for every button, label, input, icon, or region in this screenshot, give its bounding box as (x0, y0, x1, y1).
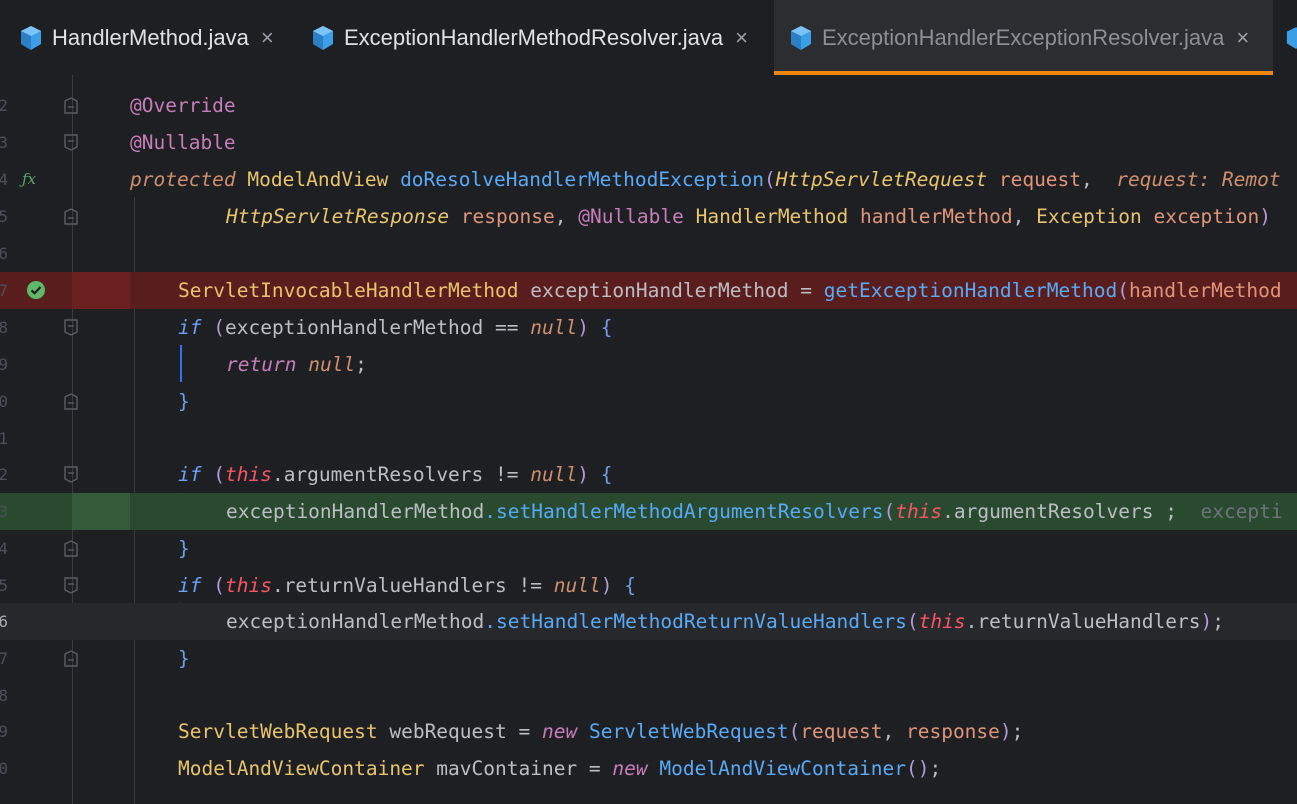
code-line[interactable]: 2 if (this.argumentResolvers != null) { (0, 456, 1297, 493)
line-number: 5 (0, 207, 8, 226)
code-editor[interactable]: 2 @Override 3 @Nullable 4 ƒx protected M… (0, 75, 1297, 804)
code-line[interactable]: 5 HttpServletResponse response, @Nullabl… (0, 198, 1297, 235)
fold-icon[interactable] (64, 540, 78, 557)
fold-icon[interactable] (64, 577, 78, 594)
line-number: 0 (0, 392, 8, 411)
line-number: 0 (0, 759, 8, 778)
close-icon[interactable]: × (1236, 25, 1249, 51)
fold-icon[interactable] (64, 650, 78, 667)
code-line[interactable]: 9 ServletWebRequest webRequest = new Ser… (0, 713, 1297, 750)
method-signature: protected ModelAndView doResolveHandlerM… (130, 168, 1281, 191)
executed-line[interactable]: 3 exceptionHandlerMethod.setHandlerMetho… (0, 493, 1297, 530)
line-number: 6 (0, 612, 8, 631)
code-line[interactable]: 5 if (this.returnValueHandlers != null) … (0, 567, 1297, 604)
code-line[interactable]: 1 (0, 420, 1297, 457)
java-class-icon (791, 25, 811, 50)
code-line[interactable]: 2 @Override (0, 87, 1297, 124)
tab-exception-handler-method-resolver[interactable]: ExceptionHandlerMethodResolver.java × (312, 0, 768, 75)
line-number: 2 (0, 465, 8, 484)
annotation-override: @Override (130, 94, 236, 117)
code-statement: if (this.argumentResolvers != null) { (178, 463, 613, 486)
code-statement: ModelAndViewContainer mavContainer = new… (178, 757, 942, 780)
tab-exception-handler-exception-resolver[interactable]: ExceptionHandlerExceptionResolver.java × (774, 0, 1273, 75)
tab-handler-method[interactable]: HandlerMethod.java × (20, 0, 292, 75)
line-number: 9 (0, 722, 8, 741)
line-number: 4 (0, 539, 8, 558)
fold-icon[interactable] (64, 97, 78, 114)
line-number: 8 (0, 318, 8, 337)
code-statement: exceptionHandlerMethod.setHandlerMethodA… (226, 500, 1283, 523)
code-statement: ServletWebRequest webRequest = new Servl… (178, 720, 1024, 743)
line-number: 8 (0, 686, 8, 705)
tab-overflow[interactable] (1286, 0, 1297, 75)
code-line[interactable]: 9 return null; (0, 346, 1297, 383)
check-circle-icon[interactable] (26, 280, 46, 300)
closing-brace: } (178, 647, 190, 670)
tab-label: HandlerMethod.java (52, 24, 249, 50)
line-number: 4 (0, 170, 8, 189)
code-line[interactable]: 0 } (0, 383, 1297, 420)
method-params: HttpServletResponse response, @Nullable … (226, 205, 1271, 228)
code-line[interactable]: 8 if (exceptionHandlerMethod == null) { (0, 309, 1297, 346)
tab-label: ExceptionHandlerExceptionResolver.java (822, 24, 1225, 50)
close-icon[interactable]: × (261, 25, 274, 51)
java-class-icon (1286, 26, 1297, 49)
fold-icon[interactable] (64, 319, 78, 336)
line-number: 9 (0, 355, 8, 374)
fold-icon[interactable] (64, 393, 78, 410)
editor-tab-bar: HandlerMethod.java × ExceptionHandlerMet… (0, 0, 1297, 75)
code-statement: return null; (226, 353, 367, 376)
annotation-nullable: @Nullable (130, 131, 236, 154)
line-number: 7 (0, 649, 8, 668)
line-number: 7 (0, 281, 8, 300)
current-line[interactable]: 6 exceptionHandlerMethod.setHandlerMetho… (0, 603, 1297, 640)
code-line[interactable]: 7 } (0, 640, 1297, 677)
line-number: 6 (0, 244, 8, 263)
code-line[interactable]: 0 ModelAndViewContainer mavContainer = n… (0, 750, 1297, 787)
code-statement: if (exceptionHandlerMethod == null) { (178, 316, 613, 339)
code-statement: exceptionHandlerMethod.setHandlerMethodR… (226, 610, 1224, 633)
java-class-icon (21, 25, 41, 50)
code-line[interactable]: 6 (0, 235, 1297, 272)
line-number: 1 (0, 429, 8, 448)
code-statement: if (this.returnValueHandlers != null) { (178, 574, 636, 597)
code-line[interactable]: 3 @Nullable (0, 124, 1297, 161)
line-number: 3 (0, 502, 8, 521)
fold-icon[interactable] (64, 134, 78, 151)
code-line[interactable]: 8 (0, 677, 1297, 714)
line-number: 3 (0, 133, 8, 152)
tab-label: ExceptionHandlerMethodResolver.java (344, 24, 724, 50)
fold-icon[interactable] (64, 466, 78, 483)
code-statement: ServletInvocableHandlerMethod exceptionH… (178, 279, 1282, 302)
line-number: 2 (0, 96, 8, 115)
line-number: 5 (0, 576, 8, 595)
closing-brace: } (178, 390, 190, 413)
code-line[interactable]: 4 } (0, 530, 1297, 567)
code-line[interactable]: 4 ƒx protected ModelAndView doResolveHan… (0, 161, 1297, 198)
closing-brace: } (178, 537, 190, 560)
fx-override-icon[interactable]: ƒx (22, 161, 36, 198)
fold-icon[interactable] (64, 208, 78, 225)
close-icon[interactable]: × (735, 25, 748, 51)
java-class-icon (313, 25, 333, 50)
breakpoint-line[interactable]: 7 ServletInvocableHandlerMethod exceptio… (0, 272, 1297, 309)
